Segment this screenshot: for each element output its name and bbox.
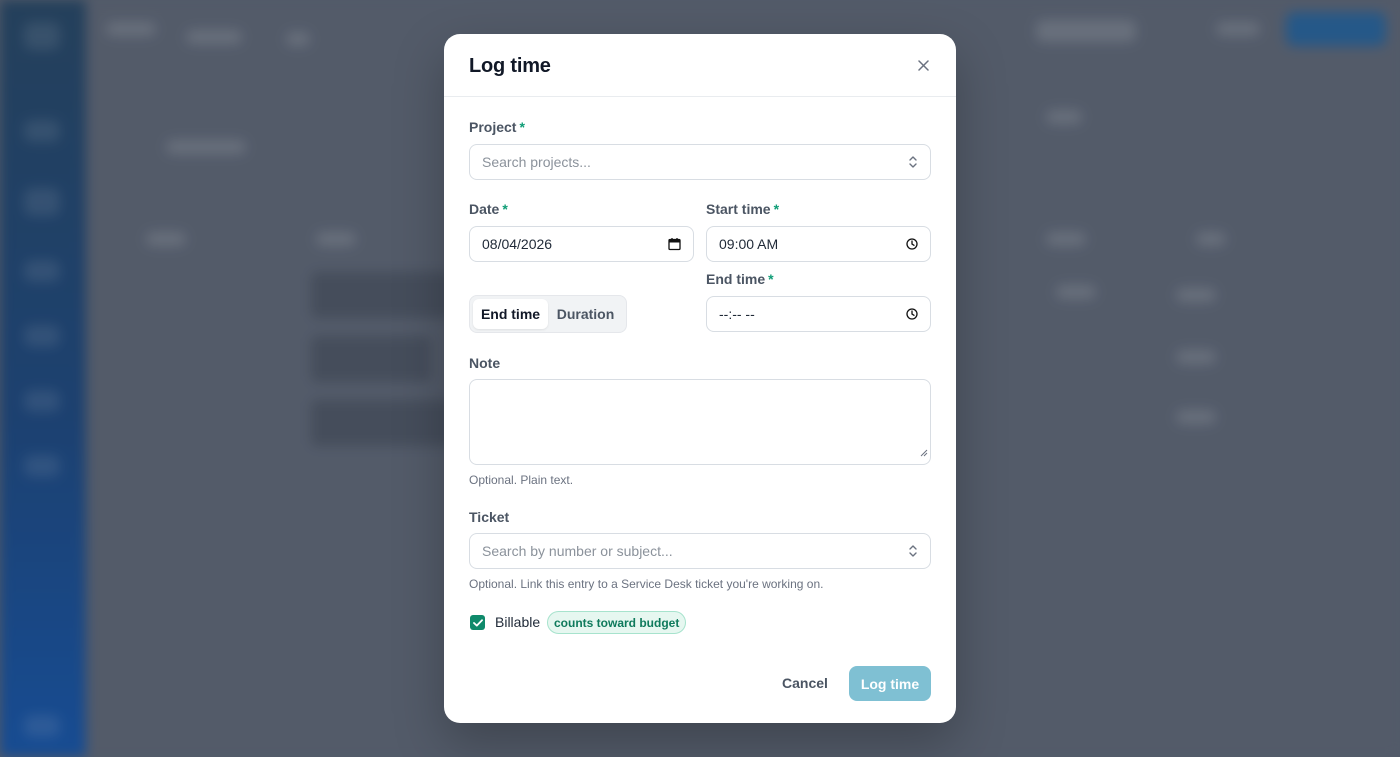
note-textarea[interactable] [469, 379, 931, 465]
note-label: Note [469, 355, 501, 371]
billable-checkbox[interactable] [470, 615, 485, 630]
ticket-placeholder: Search by number or subject... [482, 543, 673, 559]
note-hint: Optional. Plain text. [469, 473, 574, 487]
toggle-duration[interactable]: Duration [548, 299, 623, 329]
log-time-button[interactable]: Log time [849, 666, 931, 701]
log-time-modal: Log time Project * Search projects... Dat… [444, 34, 956, 723]
end-time-value: --:-- -- [719, 306, 755, 322]
start-time-label: Start time * [706, 201, 780, 217]
modal-header: Log time [444, 34, 956, 97]
billable-label[interactable]: Billable [495, 614, 540, 630]
end-time-label: End time * [706, 271, 774, 287]
resize-handle-icon[interactable] [920, 444, 928, 462]
start-time-input[interactable]: 09:00 AM [706, 226, 931, 262]
cancel-button[interactable]: Cancel [776, 667, 834, 699]
chevron-updown-icon [908, 155, 918, 169]
end-time-duration-toggle: End time Duration [469, 295, 627, 333]
close-button[interactable] [912, 54, 934, 76]
clock-icon[interactable] [906, 238, 918, 250]
ticket-label: Ticket [469, 509, 510, 525]
project-select[interactable]: Search projects... [469, 144, 931, 180]
close-icon [917, 59, 929, 71]
end-time-input[interactable]: --:-- -- [706, 296, 931, 332]
modal-title: Log time [469, 55, 551, 77]
ticket-hint: Optional. Link this entry to a Service D… [469, 577, 824, 591]
check-icon [472, 618, 483, 627]
chevron-updown-icon [908, 544, 918, 558]
clock-icon[interactable] [906, 308, 918, 320]
budget-badge: counts toward budget [547, 611, 687, 634]
calendar-icon[interactable] [668, 238, 681, 251]
date-value: 08/04/2026 [482, 236, 553, 252]
toggle-end-time[interactable]: End time [473, 299, 548, 329]
start-time-value: 09:00 AM [719, 236, 779, 252]
ticket-select[interactable]: Search by number or subject... [469, 533, 931, 569]
date-input[interactable]: 08/04/2026 [469, 226, 694, 262]
project-placeholder: Search projects... [482, 154, 591, 170]
project-label: Project * [469, 119, 525, 135]
date-label: Date * [469, 201, 508, 217]
